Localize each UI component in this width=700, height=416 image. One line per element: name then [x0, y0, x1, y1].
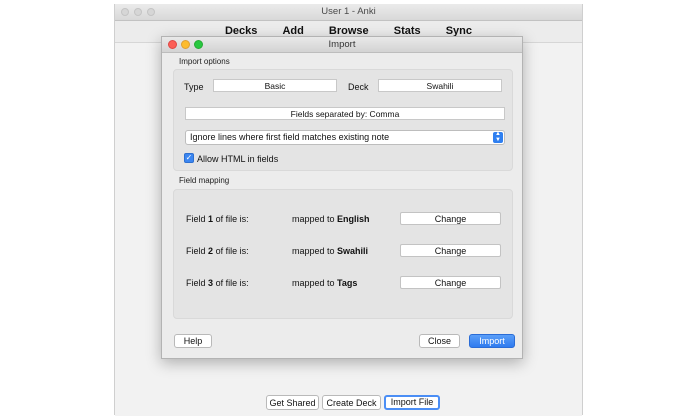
- duplicate-handling-select[interactable]: Ignore lines where first field matches e…: [185, 130, 505, 145]
- get-shared-button[interactable]: Get Shared: [266, 395, 319, 410]
- field-mapping-label: Field mapping: [179, 176, 230, 185]
- import-dialog: Import Import options Type Basic Deck Sw…: [161, 36, 523, 359]
- field-suffix: of file is:: [215, 214, 249, 224]
- field-mapping-row-2-source: Field 2 of file is:: [186, 246, 249, 256]
- import-options-label: Import options: [179, 57, 230, 66]
- allow-html-checkbox[interactable]: ✓: [184, 153, 194, 163]
- mapped-target: English: [337, 214, 370, 224]
- allow-html-label: Allow HTML in fields: [197, 154, 279, 164]
- field-separator-button[interactable]: Fields separated by: Comma: [185, 107, 505, 120]
- change-field-3-button[interactable]: Change: [400, 276, 501, 289]
- import-dialog-title: Import: [328, 39, 356, 50]
- close-button[interactable]: Close: [419, 334, 460, 348]
- field-word: Field: [186, 246, 206, 256]
- field-number: 2: [208, 246, 214, 256]
- field-mapping-row-3-target: mapped to Tags: [292, 278, 357, 288]
- main-titlebar: User 1 - Anki: [115, 4, 582, 21]
- field-mapping-row-2-target: mapped to Swahili: [292, 246, 368, 256]
- field-word: Field: [186, 278, 206, 288]
- field-number: 1: [208, 214, 214, 224]
- field-suffix: of file is:: [215, 278, 249, 288]
- help-button[interactable]: Help: [174, 334, 212, 348]
- chevron-up-down-icon: ▲ ▼: [493, 131, 503, 143]
- deck-label: Deck: [348, 82, 369, 92]
- change-field-1-button[interactable]: Change: [400, 212, 501, 225]
- import-dialog-titlebar: Import: [162, 37, 522, 53]
- import-button[interactable]: Import: [469, 334, 515, 348]
- mapped-target: Swahili: [337, 246, 369, 256]
- mapped-to-text: mapped to: [292, 246, 335, 256]
- duplicate-handling-value: Ignore lines where first field matches e…: [190, 132, 390, 142]
- change-field-2-button[interactable]: Change: [400, 244, 501, 257]
- field-suffix: of file is:: [215, 246, 249, 256]
- field-number: 3: [208, 278, 214, 288]
- mapped-to-text: mapped to: [292, 214, 335, 224]
- type-selector[interactable]: Basic: [213, 79, 337, 92]
- type-label: Type: [184, 82, 204, 92]
- field-mapping-row-1-target: mapped to English: [292, 214, 370, 224]
- field-word: Field: [186, 214, 206, 224]
- mapped-to-text: mapped to: [292, 278, 335, 288]
- import-file-button[interactable]: Import File: [384, 395, 440, 410]
- field-mapping-row-1-source: Field 1 of file is:: [186, 214, 249, 224]
- field-mapping-row-3-source: Field 3 of file is:: [186, 278, 249, 288]
- main-window-title: User 1 - Anki: [321, 6, 376, 17]
- deck-selector[interactable]: Swahili: [378, 79, 502, 92]
- create-deck-button[interactable]: Create Deck: [322, 395, 381, 410]
- mapped-target: Tags: [337, 278, 358, 288]
